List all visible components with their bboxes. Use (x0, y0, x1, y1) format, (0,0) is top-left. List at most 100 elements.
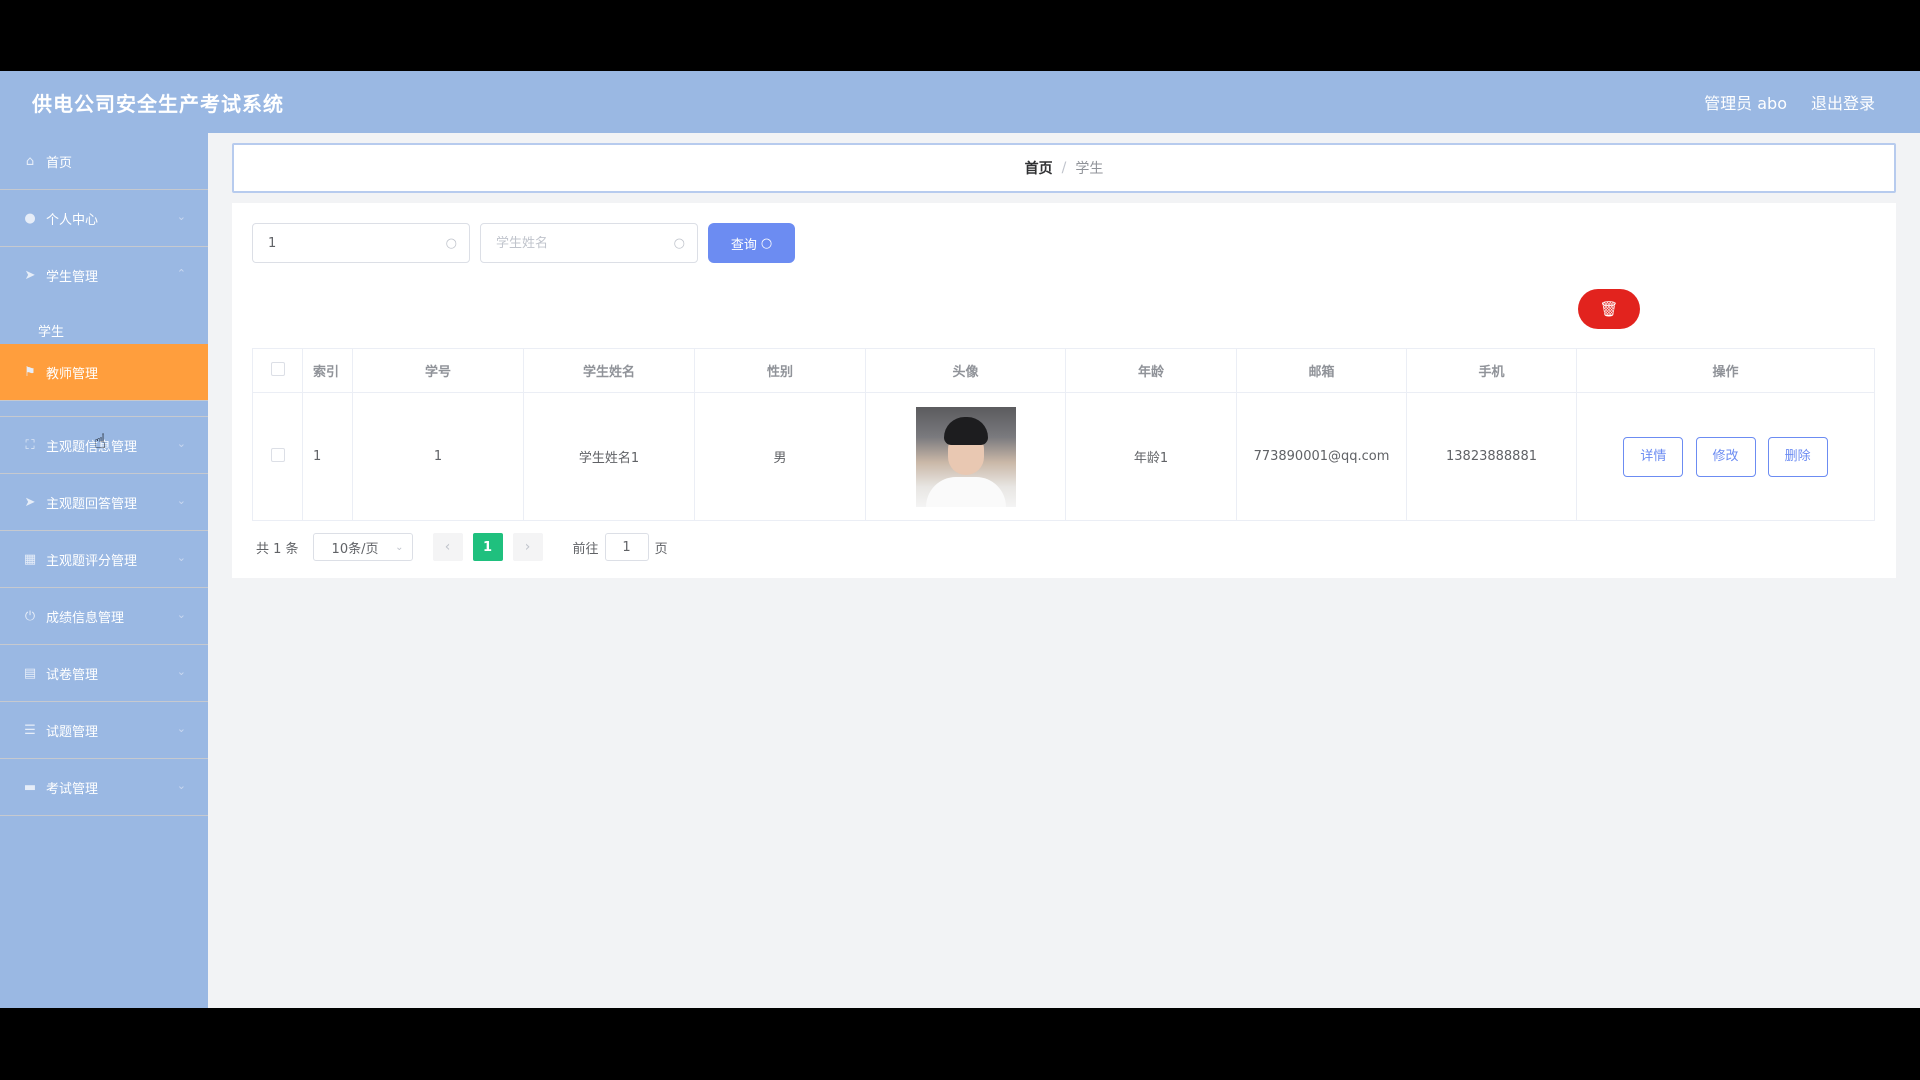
sidebar-item-label: 教师管理 (46, 366, 99, 382)
sidebar-item-subjective-score[interactable]: ▦ 主观题评分管理 ⌄ (0, 531, 208, 588)
user-icon: ● (24, 210, 36, 226)
power-icon: ⏻ (24, 608, 36, 624)
pagination-total: 共 1 条 (256, 541, 299, 557)
flag-icon: ⚑ (24, 364, 36, 380)
sidebar-subitem-student[interactable]: 学生 (0, 304, 208, 344)
cell-index: 1 (302, 392, 353, 521)
sidebar-item-label: 成绩信息管理 (46, 610, 125, 626)
sidebar-item-label: 首页 (46, 155, 73, 171)
header-avatar: 头像 (865, 348, 1066, 393)
frame-icon: ⛶ (25, 437, 35, 453)
header-actions: 操作 (1576, 348, 1875, 393)
goto-page-input[interactable] (604, 533, 649, 561)
sidebar-item-label: 学生管理 (46, 270, 99, 285)
header-student-name: 学生姓名 (523, 348, 695, 393)
select-all-header (252, 348, 303, 393)
chevron-down-icon: ⌄ (176, 437, 186, 450)
query-button-label: 查询 (730, 237, 757, 253)
sidebar-item-label: 主观题评分管理 (46, 553, 138, 569)
sidebar-item-teacher-mgmt[interactable]: ⚑ 教师管理 (0, 344, 208, 401)
page-number-current[interactable]: 1 (472, 533, 503, 561)
sidebar-spacer (0, 401, 208, 417)
letterbox-top (0, 0, 1920, 71)
page-size-select[interactable]: 10条/页 ⌄ (312, 533, 413, 561)
chevron-right-icon: › (524, 539, 531, 555)
sidebar-item-label: 主观题回答管理 (46, 496, 138, 512)
search-field-name[interactable]: ○ (480, 223, 698, 263)
cell-avatar (865, 392, 1066, 521)
goto-suffix: 页 (654, 541, 668, 557)
breadcrumb-home[interactable]: 首页 (1025, 158, 1053, 178)
prev-page-button[interactable]: ‹ (432, 533, 463, 561)
batch-delete-button[interactable]: 🗑 (1578, 289, 1640, 329)
cell-student-name: 学生姓名1 (523, 392, 695, 521)
send-icon: ➤ (24, 268, 36, 283)
sidebar-item-label: 考试管理 (46, 781, 99, 797)
app-title: 供电公司安全生产考试系统 (32, 91, 284, 116)
detail-button[interactable]: 详情 (1623, 436, 1684, 477)
header-right: 管理员 abo 退出登录 (1704, 90, 1875, 114)
header-gender: 性别 (694, 348, 866, 393)
sidebar-item-label: 主观题信息管理 (46, 439, 138, 455)
trash-icon: 🗑 (1599, 300, 1619, 318)
sidebar-item-subjective-answer[interactable]: ➤ 主观题回答管理 ⌄ (0, 474, 208, 531)
avatar-shirt (925, 476, 1006, 507)
header-student-id: 学号 (352, 348, 524, 393)
header-age: 年龄 (1065, 348, 1237, 393)
sidebar-item-paper-mgmt[interactable]: ▤ 试卷管理 ⌄ (0, 645, 208, 702)
search-row: ○ ○ 查询 ○ (252, 223, 795, 263)
top-header: 供电公司安全生产考试系统 管理员 abo 退出登录 (0, 71, 1920, 133)
sidebar-item-exam-mgmt[interactable]: ▬ 考试管理 ⌄ (0, 759, 208, 816)
header-email: 邮箱 (1236, 348, 1407, 393)
chevron-down-icon: ⌄ (176, 665, 186, 678)
breadcrumb-separator: / (1061, 160, 1067, 176)
avatar (915, 406, 1016, 507)
student-name-search-input[interactable] (496, 235, 666, 251)
sidebar-item-profile[interactable]: ● 个人中心 ⌄ (0, 190, 208, 247)
sidebar-item-label: 个人中心 (46, 212, 99, 228)
cell-student-id: 1 (352, 392, 524, 521)
goto-prefix: 前往 (572, 541, 599, 557)
row-select-cell (252, 392, 303, 521)
cell-email: 773890001@qq.com (1236, 392, 1407, 521)
letterbox-bottom (0, 1008, 1920, 1080)
row-checkbox[interactable] (270, 447, 285, 462)
select-all-checkbox[interactable] (270, 361, 285, 376)
sidebar-item-student-mgmt[interactable]: ➤ 学生管理 ⌃ (0, 247, 208, 304)
header-index: 索引 (302, 348, 353, 393)
edit-button[interactable]: 修改 (1695, 436, 1756, 477)
chevron-down-icon: ⌄ (176, 779, 186, 792)
chevron-left-icon: ‹ (444, 539, 451, 555)
pagination: 共 1 条 10条/页 ⌄ ‹ 1 › 前往 页 (256, 533, 668, 561)
cell-gender: 男 (694, 392, 866, 521)
home-icon: ⌂ (25, 153, 35, 169)
grid-icon: ▦ (23, 551, 37, 567)
briefcase-icon: ▬ (23, 779, 37, 795)
student-table: 索引 学号 学生姓名 性别 头像 年龄 邮箱 手机 操作 1 1 学生姓名1 男… (252, 348, 1875, 521)
sidebar: ⌂ 首页 ● 个人中心 ⌄ ➤ 学生管理 ⌃ 学生 ⚑ 教师管理 ⛶ 主观题信息… (0, 133, 208, 1008)
sidebar-item-question-mgmt[interactable]: ☰ 试题管理 ⌄ (0, 702, 208, 759)
search-field-1[interactable]: ○ (252, 223, 470, 263)
search-input-1[interactable] (268, 235, 438, 251)
sidebar-item-label: 试卷管理 (46, 667, 99, 683)
send-icon: ➤ (24, 494, 36, 510)
sidebar-item-label: 试题管理 (46, 724, 99, 740)
delete-button[interactable]: 删除 (1767, 436, 1828, 477)
avatar-hair (943, 416, 988, 445)
query-button[interactable]: 查询 ○ (708, 223, 795, 263)
table-row: 1 1 学生姓名1 男 年龄1 773890001@qq.com 1382388… (252, 392, 1875, 521)
next-page-button[interactable]: › (512, 533, 543, 561)
content-panel: ○ ○ 查询 ○ 🗑 索引 学号 (232, 203, 1896, 578)
chevron-up-icon: ⌃ (176, 267, 186, 280)
chevron-down-icon: ⌄ (176, 608, 186, 621)
sidebar-item-grade-info[interactable]: ⏻ 成绩信息管理 ⌄ (0, 588, 208, 645)
breadcrumb: 首页 / 学生 (232, 143, 1896, 193)
app-window: 供电公司安全生产考试系统 管理员 abo 退出登录 ⌂ 首页 ● 个人中心 ⌄ … (0, 71, 1920, 1008)
main-content: 首页 / 学生 ○ ○ 查询 ○ 🗑 (208, 133, 1920, 1008)
cell-actions: 详情 修改 删除 (1576, 392, 1875, 521)
search-icon: ○ (673, 235, 685, 251)
chevron-down-icon: ⌄ (176, 210, 186, 223)
logout-link[interactable]: 退出登录 (1811, 90, 1875, 114)
sidebar-item-home[interactable]: ⌂ 首页 (0, 133, 208, 190)
page-size-value: 10条/页 (331, 541, 379, 557)
